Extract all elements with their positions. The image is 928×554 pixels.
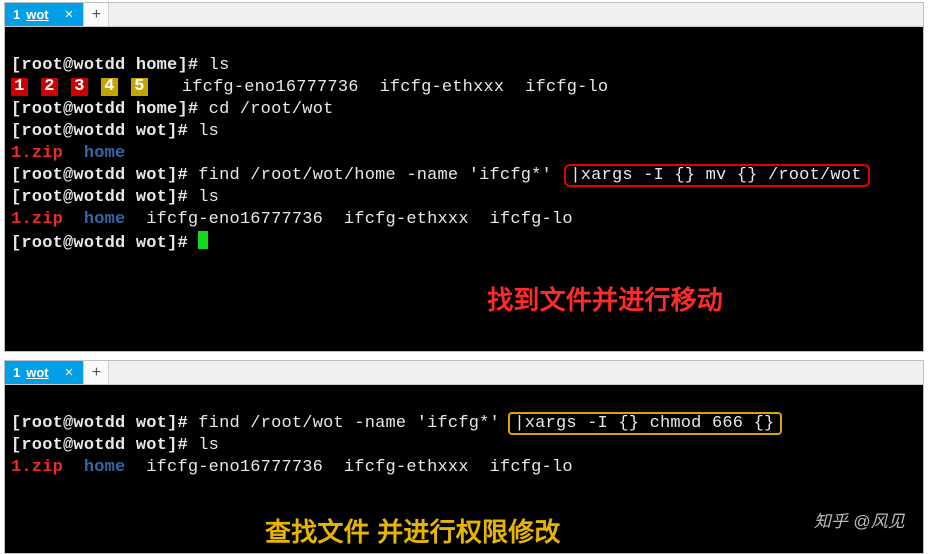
dir-1: 1	[11, 78, 28, 96]
terminal-body-1[interactable]: [root@wotdd home]# ls 12345 ifcfg-eno167…	[5, 27, 923, 351]
command: ls	[198, 436, 219, 455]
annotation-chmod: 查找文件 并进行权限修改	[265, 521, 561, 543]
tab-bar: 1 wot × +	[5, 361, 923, 385]
command: ls	[209, 56, 230, 75]
file: ifcfg-eno16777736	[146, 210, 323, 229]
file: ifcfg-ethxxx	[344, 210, 469, 229]
file: ifcfg-ethxxx	[344, 458, 469, 477]
file-zip: 1.zip	[11, 144, 63, 163]
dir-4: 4	[101, 78, 118, 96]
dir-home: home	[84, 458, 126, 477]
prompt: [root@wotdd wot]#	[11, 234, 188, 253]
prompt: [root@wotdd home]#	[11, 100, 198, 119]
file: ifcfg-ethxxx	[379, 78, 504, 97]
dir-3: 3	[71, 78, 88, 96]
command: ls	[198, 122, 219, 141]
tab-index: 1	[13, 7, 20, 22]
file: ifcfg-lo	[490, 458, 573, 477]
file: ifcfg-lo	[490, 210, 573, 229]
tab-index: 1	[13, 365, 20, 380]
command: find /root/wot/home -name 'ifcfg*'	[198, 166, 562, 185]
highlight-xargs-mv: |xargs -I {} mv {} /root/wot	[564, 164, 869, 187]
new-tab-button[interactable]: +	[83, 361, 109, 384]
watermark: 知乎 @风见	[814, 511, 905, 533]
prompt: [root@wotdd wot]#	[11, 122, 188, 141]
prompt: [root@wotdd home]#	[11, 56, 198, 75]
cursor-icon	[198, 231, 208, 249]
dir-5: 5	[131, 78, 148, 96]
new-tab-button[interactable]: +	[83, 3, 109, 26]
tab-bar: 1 wot × +	[5, 3, 923, 27]
prompt: [root@wotdd wot]#	[11, 166, 188, 185]
dir-home: home	[84, 144, 126, 163]
tab-title: wot	[26, 7, 48, 22]
highlight-xargs-chmod: |xargs -I {} chmod 666 {}	[508, 412, 782, 435]
file: ifcfg-eno16777736	[182, 78, 359, 97]
close-icon[interactable]: ×	[65, 364, 74, 381]
command: cd /root/wot	[209, 100, 334, 119]
terminal-body-2[interactable]: [root@wotdd wot]# find /root/wot -name '…	[5, 385, 923, 553]
file: ifcfg-eno16777736	[146, 458, 323, 477]
prompt: [root@wotdd wot]#	[11, 414, 188, 433]
prompt: [root@wotdd wot]#	[11, 436, 188, 455]
active-tab[interactable]: 1 wot ×	[5, 3, 83, 26]
tab-title: wot	[26, 365, 48, 380]
command: ls	[198, 188, 219, 207]
terminal-window-2: 1 wot × + [root@wotdd wot]# find /root/w…	[4, 360, 924, 554]
dir-2: 2	[41, 78, 58, 96]
prompt: [root@wotdd wot]#	[11, 188, 188, 207]
file-zip: 1.zip	[11, 210, 63, 229]
active-tab[interactable]: 1 wot ×	[5, 361, 83, 384]
file: ifcfg-lo	[525, 78, 608, 97]
file-zip: 1.zip	[11, 458, 63, 477]
terminal-window-1: 1 wot × + [root@wotdd home]# ls 12345 if…	[4, 2, 924, 352]
command: find /root/wot -name 'ifcfg*'	[198, 414, 510, 433]
annotation-move: 找到文件并进行移动	[487, 289, 723, 311]
close-icon[interactable]: ×	[65, 6, 74, 23]
dir-home: home	[84, 210, 126, 229]
